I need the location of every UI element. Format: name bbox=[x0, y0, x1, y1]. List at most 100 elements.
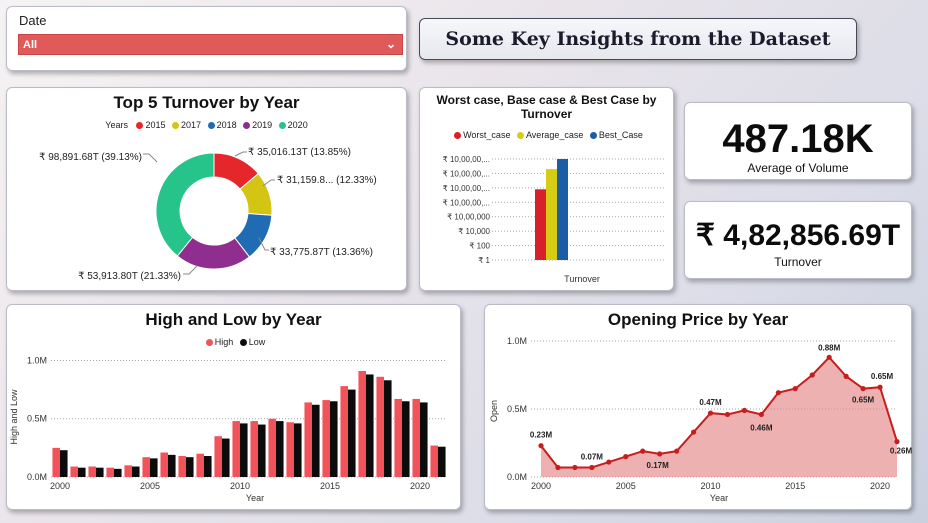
donut-label-2020: ₹ 98,891.68T (39.13%) bbox=[39, 152, 142, 163]
high-bar-2021 bbox=[430, 445, 438, 477]
low-bar-2011 bbox=[258, 424, 266, 477]
high-low-xtick-label: 2000 bbox=[50, 481, 70, 491]
low-bar-2017 bbox=[366, 374, 374, 477]
cases-bar-average_case bbox=[546, 169, 557, 260]
high-bar-2015 bbox=[322, 400, 330, 477]
high-low-xtick-label: 2020 bbox=[410, 481, 430, 491]
opening-price-card: Opening Price by Year 0.0M 0.5M 1.0M 0.23M… bbox=[484, 304, 912, 510]
high-bar-2004 bbox=[124, 465, 132, 477]
kpi-turnover-value: ₹ 4,82,856.69T bbox=[695, 219, 901, 252]
low-bar-2002 bbox=[96, 467, 104, 477]
cases-ytick-label: ₹ 10,00,00,... bbox=[443, 198, 490, 207]
date-dropdown[interactable]: All ⌄ bbox=[18, 34, 403, 55]
high-bar-2001 bbox=[70, 466, 78, 477]
low-bar-2015 bbox=[330, 401, 338, 477]
high-bar-2002 bbox=[88, 466, 96, 477]
kpi-turnover-label: Turnover bbox=[774, 255, 822, 269]
opening-point-2012 bbox=[741, 407, 748, 413]
high-bar-2014 bbox=[304, 402, 312, 477]
high-bar-2012 bbox=[268, 418, 276, 477]
low-bar-2001 bbox=[78, 467, 86, 477]
high-low-ytick-label: 1.0M bbox=[27, 355, 47, 365]
opening-data-label: 0.17M bbox=[647, 461, 670, 470]
date-slicer-label: Date bbox=[19, 13, 47, 28]
donut-chart[interactable]: ₹ 35,016.13T (13.85%) ₹ 31,159.8... (12.… bbox=[7, 88, 408, 292]
low-bar-2007 bbox=[186, 457, 194, 477]
top5-turnover-card: Top 5 Turnover by Year Years 2015 2017 2… bbox=[6, 87, 407, 291]
high-bar-2010 bbox=[232, 421, 240, 477]
low-bar-2004 bbox=[132, 466, 140, 477]
donut-label-2015: ₹ 35,016.13T (13.85%) bbox=[248, 147, 351, 158]
cases-ytick-label: ₹ 10,00,000 bbox=[447, 213, 490, 222]
kpi-turnover-card: ₹ 4,82,856.69T Turnover bbox=[684, 201, 912, 279]
cases-bar-chart[interactable]: ₹ 10,00,00,... ₹ 10,00,00,... ₹ 10,00,00,.… bbox=[420, 88, 675, 292]
low-bar-2020 bbox=[420, 402, 428, 477]
opening-xtick-label: 2005 bbox=[616, 481, 636, 491]
opening-point-2000 bbox=[538, 443, 544, 449]
high-low-xtick-label: 2005 bbox=[140, 481, 160, 491]
opening-xtick-label: 2010 bbox=[701, 481, 721, 491]
opening-point-2021 bbox=[894, 439, 900, 445]
opening-point-2005 bbox=[623, 454, 629, 460]
high-low-xtick-label: 2010 bbox=[230, 481, 250, 491]
kpi-volume-value: 487.18K bbox=[722, 117, 874, 161]
low-bar-2012 bbox=[276, 421, 284, 477]
date-slicer: Date All ⌄ bbox=[6, 6, 407, 71]
kpi-volume-card: 487.18K Average of Volume bbox=[684, 102, 912, 180]
low-bar-2009 bbox=[222, 438, 230, 477]
high-bar-2016 bbox=[340, 386, 348, 477]
high-bar-2000 bbox=[52, 447, 60, 477]
opening-point-2010 bbox=[707, 410, 714, 416]
opening-data-label: 0.23M bbox=[530, 431, 553, 440]
opening-data-label: 0.26M bbox=[890, 447, 913, 456]
cases-ytick-label: ₹ 10,00,00,... bbox=[443, 155, 490, 164]
opening-ytick-label: 0.5M bbox=[507, 404, 527, 414]
cases-ytick-label: ₹ 10,00,00,... bbox=[443, 184, 490, 193]
chevron-down-icon[interactable]: ⌄ bbox=[386, 37, 396, 51]
high-low-ytick-label: 0.5M bbox=[27, 414, 47, 424]
page-title: Some Key Insights from the Dataset bbox=[445, 28, 831, 50]
cases-ytick-label: ₹ 10,000 bbox=[458, 227, 490, 236]
high-low-ytick-label: 0.0M bbox=[27, 472, 47, 482]
donut-label-2017: ₹ 31,159.8... (12.33%) bbox=[277, 175, 377, 186]
opening-xtick-label: 2015 bbox=[785, 481, 805, 491]
opening-point-2014 bbox=[775, 390, 781, 396]
cases-ytick-label: ₹ 100 bbox=[469, 242, 490, 251]
opening-data-label: 0.88M bbox=[818, 343, 841, 352]
high-low-bar-chart[interactable]: 0.0M 0.5M 1.0M 2000 2005 2010 2015 2020 Year H… bbox=[7, 305, 462, 511]
cases-card: Worst case, Base case & Best Case by Tur… bbox=[419, 87, 674, 291]
opening-point-2015 bbox=[792, 386, 798, 392]
high-bar-2008 bbox=[196, 453, 204, 477]
opening-point-2017 bbox=[826, 354, 832, 360]
high-low-card: High and Low by Year High Low 0.0M 0.5M 1.… bbox=[6, 304, 461, 510]
opening-data-label: 0.47M bbox=[699, 398, 722, 407]
opening-price-area-chart[interactable]: 0.0M 0.5M 1.0M 0.23M 0.07M 0.17M 0.47M 0.46M 0.… bbox=[485, 305, 913, 511]
low-bar-2010 bbox=[240, 423, 248, 477]
low-bar-2005 bbox=[150, 458, 158, 477]
opening-point-2019 bbox=[860, 386, 866, 392]
donut-label-2019: ₹ 53,913.80T (21.33%) bbox=[78, 271, 181, 282]
dashboard-header: Some Key Insights from the Dataset bbox=[419, 18, 857, 60]
cases-xlabel: Turnover bbox=[564, 274, 600, 284]
opening-point-2004 bbox=[606, 459, 612, 465]
high-bar-2018 bbox=[376, 376, 384, 477]
kpi-volume-label: Average of Volume bbox=[747, 161, 849, 175]
opening-point-2018 bbox=[843, 373, 849, 379]
high-low-xlabel: Year bbox=[246, 493, 264, 503]
high-bar-2006 bbox=[160, 452, 168, 477]
low-bar-2018 bbox=[384, 380, 392, 477]
high-bar-2011 bbox=[250, 421, 258, 477]
high-bar-2007 bbox=[178, 456, 186, 477]
date-dropdown-value: All bbox=[23, 39, 38, 51]
low-bar-2006 bbox=[168, 454, 176, 477]
low-bar-2003 bbox=[114, 468, 122, 477]
opening-point-2007 bbox=[657, 451, 663, 457]
high-bar-2009 bbox=[214, 436, 222, 477]
high-bar-2017 bbox=[358, 370, 366, 477]
high-bar-2005 bbox=[142, 457, 150, 477]
low-bar-2019 bbox=[402, 401, 410, 477]
donut-label-2018: ₹ 33,775.87T (13.36%) bbox=[270, 247, 373, 258]
opening-point-2002 bbox=[572, 464, 578, 471]
cases-ytick-label: ₹ 10,00,00,... bbox=[443, 169, 490, 178]
high-low-ylabel: High and Low bbox=[9, 389, 19, 445]
